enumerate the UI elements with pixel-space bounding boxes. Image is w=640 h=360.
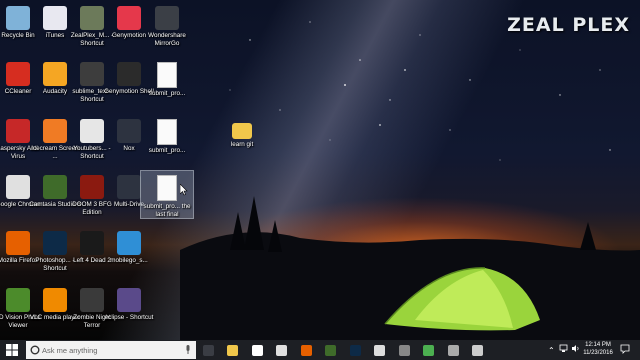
itunes-icon (43, 6, 67, 30)
firefox-icon[interactable] (298, 342, 314, 358)
eclipse-icon (117, 288, 141, 312)
taskbar-app-glyph (300, 344, 312, 356)
multidrive-icon (117, 175, 141, 199)
desktop-icon-label: learn git (230, 141, 254, 148)
taskbar-app-glyph (251, 344, 263, 356)
desktop-icon-label: mobilego_s... (110, 257, 148, 264)
clock[interactable]: 12:14 PM 11/23/2016 (583, 342, 613, 357)
file-explorer-icon[interactable] (225, 342, 241, 358)
icecream-icon (43, 119, 67, 143)
left4dead-icon (80, 231, 104, 255)
vlc-icon (43, 288, 67, 312)
kaspersky-icon (6, 119, 30, 143)
desktop-icon-label: submit_pro... (148, 90, 186, 97)
show-hidden-icons-icon[interactable]: ⌃ (548, 346, 555, 355)
store-icon[interactable] (249, 342, 265, 358)
firefox-icon (6, 231, 30, 255)
camtasia-icon (43, 175, 67, 199)
taskbar-app-glyph (227, 344, 238, 356)
taskbar: Ask me anything ⌃ 12:14 PM 11/23/2016 (0, 340, 640, 360)
clock-date: 11/23/2016 (583, 349, 613, 356)
sublime-icon (80, 62, 104, 86)
cortana-circle-icon (30, 345, 40, 355)
desktop-icon[interactable]: Wondershare MirrorGo (141, 2, 193, 47)
document-icon (157, 119, 177, 145)
taskbar-app-glyph (325, 344, 336, 356)
desktop-icon[interactable]: learn git (216, 115, 268, 149)
desktop-icon-label: Wondershare MirrorGo (148, 32, 186, 47)
action-center-icon[interactable] (620, 344, 630, 356)
photoshop-icon (43, 231, 67, 255)
app-icon[interactable] (396, 342, 412, 358)
ccleaner-icon (6, 62, 30, 86)
network-icon[interactable] (559, 344, 568, 355)
taskbar-app-glyph (472, 344, 483, 356)
desktop[interactable]: ZEAL PLEX Recycle Bin iTunes ZealPlex_M...… (0, 0, 640, 340)
taskbar-app-glyph (447, 344, 459, 356)
chrome-icon[interactable] (274, 342, 290, 358)
clock-time: 12:14 PM (585, 342, 611, 348)
media-icon[interactable] (372, 342, 388, 358)
mirrorgo-icon (155, 6, 179, 30)
desktop-icon-label: submit_pro... (148, 147, 186, 154)
taskbar-app-glyph (423, 344, 434, 356)
app-icon[interactable] (470, 342, 486, 358)
genymotion-shell-icon (117, 62, 141, 86)
genymotion-icon (117, 6, 141, 30)
mobilego-icon (117, 231, 141, 255)
tent-illustration (384, 267, 540, 331)
photoshop-icon[interactable] (347, 342, 363, 358)
watermark: ZEAL PLEX (507, 14, 630, 36)
volume-icon[interactable] (571, 344, 580, 355)
desktop-icon[interactable]: submit_pro... (141, 58, 193, 98)
3dvision-icon (6, 288, 30, 312)
desktop-icon[interactable]: eclipse - Shortcut (103, 284, 155, 322)
taskbar-app-glyph (398, 344, 410, 356)
chrome-icon (6, 175, 30, 199)
mouse-cursor-icon (180, 184, 188, 196)
taskbar-app-glyph (202, 344, 214, 356)
document-icon (157, 175, 177, 201)
desktop-icon[interactable]: submit_pro... (141, 115, 193, 155)
document-icon (157, 62, 177, 88)
app-icon[interactable] (445, 342, 461, 358)
taskbar-app-glyph (374, 344, 385, 356)
windows-logo-icon (6, 344, 18, 356)
audacity-icon (43, 62, 67, 86)
notepad-icon[interactable] (421, 342, 437, 358)
search-placeholder: Ask me anything (42, 345, 98, 355)
zombie-icon (80, 288, 104, 312)
cortana-search-box[interactable]: Ask me anything (26, 341, 196, 359)
start-button[interactable] (4, 342, 20, 358)
taskbar-app-glyph (276, 344, 287, 356)
folder-icon (232, 123, 252, 139)
microphone-icon[interactable] (185, 345, 191, 355)
zealplex-icon (80, 6, 104, 30)
desktop-icon-label: eclipse - Shortcut (104, 314, 154, 321)
desktop-icon-label: submit_pro... the last final (143, 203, 191, 218)
desktop-icon[interactable]: mobilego_s... (103, 227, 155, 265)
doom-icon (80, 175, 104, 199)
task-view-icon[interactable] (200, 342, 216, 358)
recycle-bin-icon (6, 6, 30, 30)
youtubers-icon (80, 119, 104, 143)
camtasia-icon[interactable] (323, 342, 339, 358)
nox-icon (117, 119, 141, 143)
taskbar-app-glyph (349, 344, 361, 356)
